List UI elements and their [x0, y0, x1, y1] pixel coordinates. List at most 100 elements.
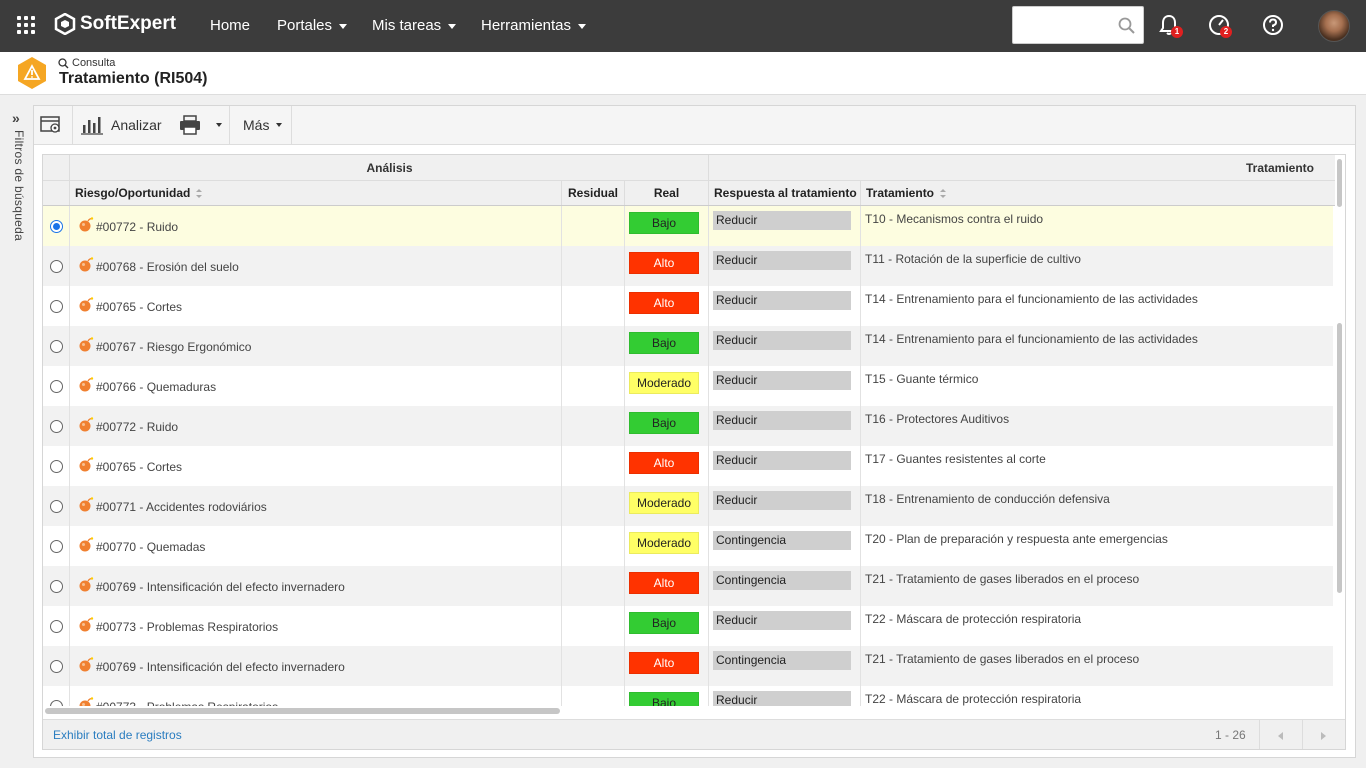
- response-value: Reducir: [713, 491, 851, 510]
- help-button[interactable]: [1261, 13, 1285, 37]
- treatment-text[interactable]: T18 - Entrenamiento de conducción defens…: [865, 492, 1110, 506]
- column-header-real[interactable]: Real: [624, 181, 708, 205]
- analyze-button[interactable]: Analizar: [81, 106, 162, 144]
- horizontal-scroll-thumb[interactable]: [45, 708, 560, 714]
- top-navbar: SoftExpert Home Portales Mis tareas Herr…: [0, 0, 1366, 52]
- treatment-text[interactable]: T14 - Entrenamiento para el funcionamien…: [865, 292, 1198, 306]
- vertical-scroll-thumb[interactable]: [1337, 323, 1342, 593]
- filters-label[interactable]: Filtros de búsqueda: [12, 130, 26, 241]
- row-select-radio[interactable]: [50, 660, 63, 673]
- toolbar-divider: [72, 106, 73, 144]
- table-row[interactable]: #00769 - Intensificación del efecto inve…: [43, 566, 1333, 606]
- treatment-text[interactable]: T14 - Entrenamiento para el funcionamien…: [865, 332, 1198, 346]
- table-row[interactable]: #00772 - Ruido Bajo Reducir T16 - Protector…: [43, 406, 1333, 446]
- toolbar: Analizar Más: [34, 106, 1355, 145]
- column-header-response[interactable]: Respuesta al tratamiento: [708, 181, 860, 205]
- table-row[interactable]: #00770 - Quemadas Moderado Contingencia T20…: [43, 526, 1333, 566]
- sort-icon[interactable]: [196, 188, 203, 198]
- breadcrumb[interactable]: Consulta: [58, 57, 115, 69]
- group-header-analysis: Análisis: [69, 155, 709, 180]
- risk-cell: #00768 - Erosión del suelo: [69, 246, 561, 286]
- toolbar-divider: [229, 106, 230, 144]
- table-row[interactable]: #00772 - Ruido Bajo Reducir T10 - Mecanismo…: [43, 206, 1333, 246]
- risk-level-badge: Moderado: [629, 492, 699, 514]
- table-row[interactable]: #00773 - Problemas Respiratorios Bajo Redu…: [43, 606, 1333, 646]
- response-value: Contingencia: [713, 571, 851, 590]
- treatment-text[interactable]: T11 - Rotación de la superficie de culti…: [865, 252, 1081, 266]
- residual-cell: [561, 486, 624, 526]
- residual-cell: [561, 406, 624, 446]
- apps-grid-icon[interactable]: [17, 16, 35, 34]
- row-select-radio[interactable]: [50, 220, 63, 233]
- table-row[interactable]: #00771 - Accidentes rodoviários Moderado R…: [43, 486, 1333, 526]
- response-value: Contingencia: [713, 531, 851, 550]
- row-select-radio[interactable]: [50, 460, 63, 473]
- tasks-button[interactable]: 2: [1207, 13, 1232, 38]
- row-select-radio[interactable]: [50, 620, 63, 633]
- global-search-input[interactable]: [1012, 6, 1144, 44]
- nav-portales[interactable]: Portales: [277, 17, 348, 34]
- filters-sidebar[interactable]: » Filtros de búsqueda: [0, 96, 33, 768]
- table-row[interactable]: #00765 - Cortes Alto Reducir T14 - Entrenam…: [43, 286, 1333, 326]
- expand-chevron-icon[interactable]: »: [12, 110, 20, 126]
- table-row[interactable]: #00766 - Quemaduras Moderado Reducir T15 - …: [43, 366, 1333, 406]
- column-header-risk[interactable]: Riesgo/Oportunidad: [69, 181, 561, 205]
- row-select-radio[interactable]: [50, 580, 63, 593]
- sort-icon[interactable]: [940, 188, 947, 198]
- search-icon[interactable]: [1118, 17, 1135, 34]
- row-select-radio[interactable]: [50, 500, 63, 513]
- treatment-text[interactable]: T22 - Máscara de protección respiratoria: [865, 612, 1081, 626]
- next-page-button[interactable]: [1302, 720, 1344, 749]
- softexpert-logo-icon: [54, 13, 76, 35]
- row-select-radio[interactable]: [50, 300, 63, 313]
- nav-mis-tareas[interactable]: Mis tareas: [372, 17, 457, 34]
- row-select-radio[interactable]: [50, 420, 63, 433]
- view-button[interactable]: [40, 106, 66, 144]
- show-total-link[interactable]: Exhibir total de registros: [53, 728, 182, 742]
- page-title: Tratamiento (RI504): [59, 70, 208, 87]
- table-row[interactable]: #00767 - Riesgo Ergonómico Bajo Reducir T14…: [43, 326, 1333, 366]
- treatment-text[interactable]: T20 - Plan de preparación y respuesta an…: [865, 532, 1168, 546]
- treatment-text[interactable]: T21 - Tratamiento de gases liberados en …: [865, 572, 1139, 586]
- risk-bomb-icon: [79, 457, 94, 472]
- risk-cell: #00769 - Intensificación del efecto inve…: [69, 646, 561, 686]
- risk-level-badge: Alto: [629, 652, 699, 674]
- residual-cell: [561, 566, 624, 606]
- nav-home[interactable]: Home: [210, 17, 250, 34]
- notifications-button[interactable]: 1: [1157, 13, 1183, 38]
- treatment-text[interactable]: T22 - Máscara de protección respiratoria: [865, 692, 1081, 706]
- row-select-radio[interactable]: [50, 340, 63, 353]
- brand-logo[interactable]: SoftExpert: [54, 13, 176, 35]
- table-row[interactable]: #00768 - Erosión del suelo Alto Reducir T11…: [43, 246, 1333, 286]
- column-header-residual[interactable]: Residual: [561, 181, 624, 205]
- horizontal-scrollbar[interactable]: [43, 706, 1335, 718]
- nav-herramientas[interactable]: Herramientas: [481, 17, 587, 34]
- table-row[interactable]: #00769 - Intensificación del efecto inve…: [43, 646, 1333, 686]
- row-select-radio[interactable]: [50, 380, 63, 393]
- row-select-radio[interactable]: [50, 260, 63, 273]
- residual-cell: [561, 366, 624, 406]
- risk-bomb-icon: [79, 657, 94, 672]
- treatment-text[interactable]: T10 - Mecanismos contra el ruido: [865, 212, 1043, 226]
- print-dropdown[interactable]: [216, 106, 226, 144]
- treatment-text[interactable]: T21 - Tratamiento de gases liberados en …: [865, 652, 1139, 666]
- more-menu-button[interactable]: Más: [243, 106, 283, 144]
- risk-bomb-icon: [79, 377, 94, 392]
- page-range: 1 - 26: [1215, 728, 1246, 742]
- vertical-scroll-thumb-top[interactable]: [1337, 159, 1342, 207]
- table-row[interactable]: #00765 - Cortes Alto Reducir T17 - Guantes …: [43, 446, 1333, 486]
- treatment-text[interactable]: T16 - Protectores Auditivos: [865, 412, 1009, 426]
- printer-icon: [180, 115, 200, 135]
- row-select-radio[interactable]: [50, 540, 63, 553]
- treatment-text[interactable]: T15 - Guante térmico: [865, 372, 978, 386]
- user-avatar[interactable]: [1318, 10, 1350, 42]
- print-button[interactable]: [179, 106, 201, 144]
- risk-text: #00772 - Ruido: [96, 420, 179, 434]
- column-header-treatment[interactable]: Tratamiento: [860, 181, 1334, 205]
- risk-level-badge: Moderado: [629, 532, 699, 554]
- prev-page-button[interactable]: [1259, 720, 1301, 749]
- risk-cell: #00769 - Intensificación del efecto inve…: [69, 566, 561, 606]
- table-row[interactable]: #00773 - Problemas Respiratorios Bajo Redu…: [43, 686, 1333, 706]
- grid-rows: #00772 - Ruido Bajo Reducir T10 - Mecanismo…: [43, 206, 1333, 706]
- treatment-text[interactable]: T17 - Guantes resistentes al corte: [865, 452, 1046, 466]
